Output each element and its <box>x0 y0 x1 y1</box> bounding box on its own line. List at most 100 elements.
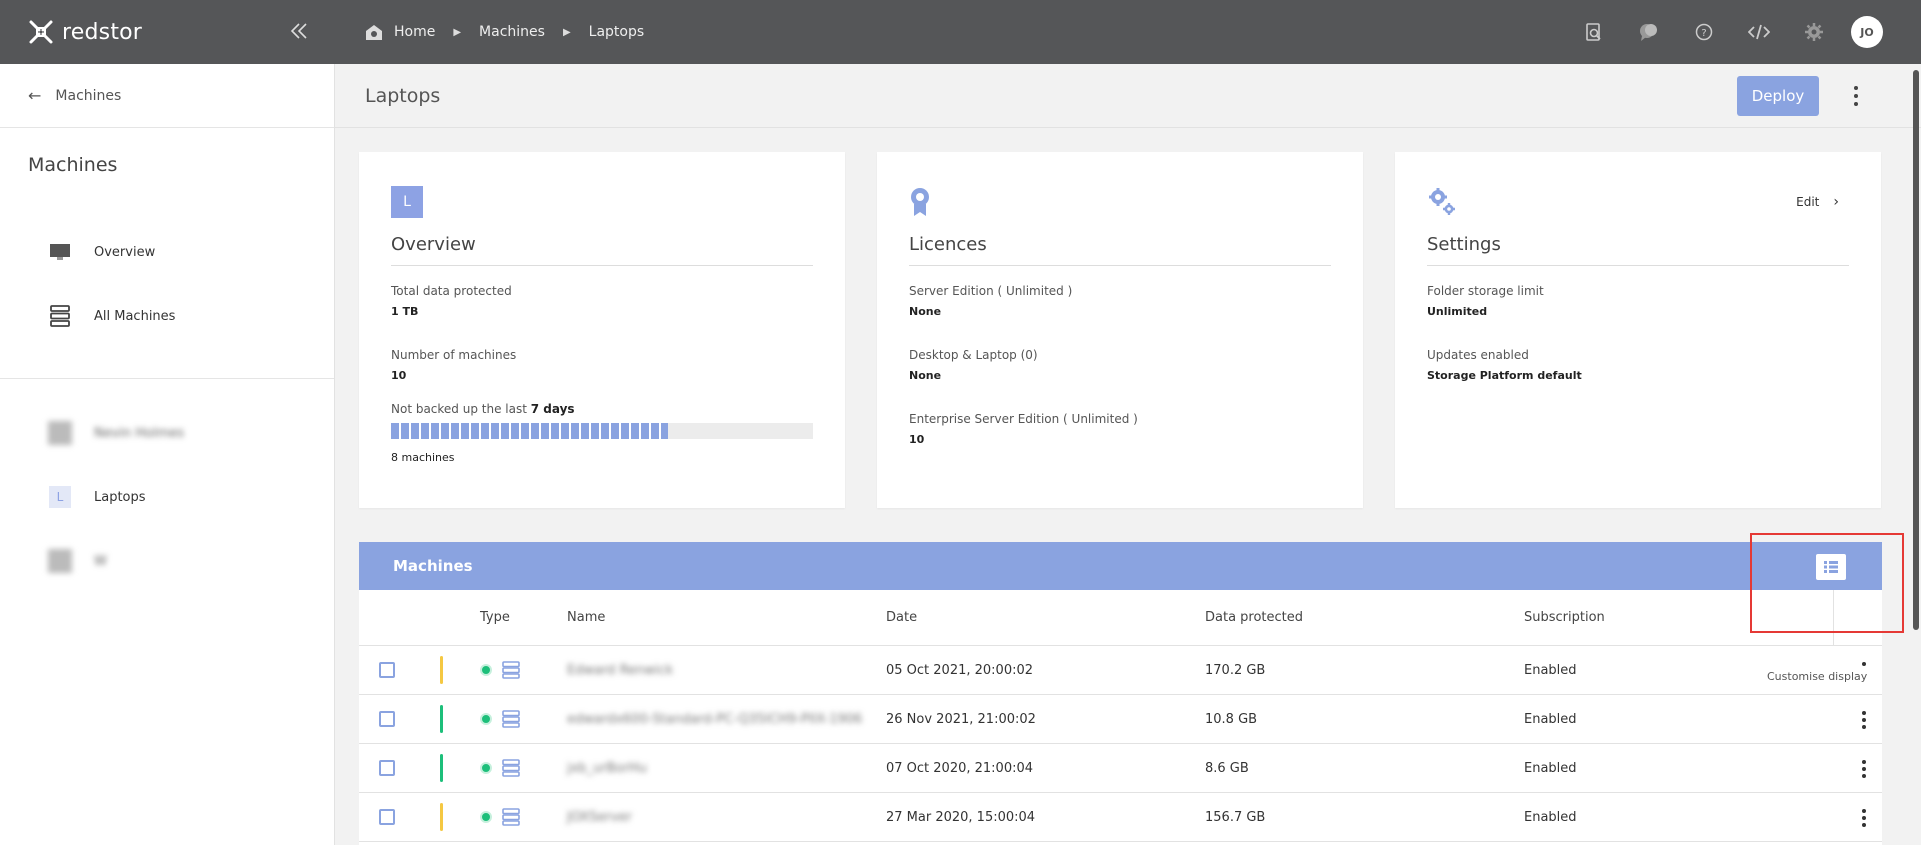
sidebar-item-overview[interactable]: Overview <box>0 220 334 284</box>
machine-count-value: 10 <box>391 369 407 382</box>
sidebar-group-item[interactable]: Nevin Holmes <box>0 401 334 465</box>
table-row[interactable]: JOXServer 27 Mar 2020, 15:00:04 156.7 GB… <box>359 793 1882 842</box>
sidebar-group-item[interactable]: W <box>0 529 334 593</box>
status-indicator-bar <box>440 803 443 831</box>
column-header-date[interactable]: Date <box>886 610 1205 625</box>
setting-value: Storage Platform default <box>1427 369 1582 382</box>
help-icon[interactable]: ? <box>1693 21 1715 43</box>
collapse-sidebar-icon[interactable] <box>288 20 310 42</box>
sidebar-item-label: All Machines <box>94 308 176 324</box>
brand-name: redstor <box>62 19 143 45</box>
sidebar-group-label: Nevin Holmes <box>94 425 185 441</box>
column-header-subscription[interactable]: Subscription <box>1524 610 1804 625</box>
column-header-data-protected[interactable]: Data protected <box>1205 610 1524 625</box>
customise-display-button[interactable] <box>1816 554 1846 580</box>
user-avatar[interactable]: JO <box>1851 16 1883 48</box>
server-stack-icon <box>48 304 72 328</box>
back-label: Machines <box>55 87 122 104</box>
machine-name[interactable]: JOXServer <box>567 810 632 825</box>
server-icon <box>502 759 520 777</box>
row-more-options-icon[interactable] <box>1860 807 1868 829</box>
online-status-icon <box>480 762 492 774</box>
machine-name[interactable]: jxb_urBorHu <box>567 761 647 776</box>
chevron-right-icon: › <box>1833 194 1839 210</box>
licence-label: Server Edition ( Unlimited ) <box>909 284 1073 298</box>
card-title: Overview <box>391 234 813 266</box>
column-header-name[interactable]: Name <box>567 610 886 625</box>
server-icon <box>502 808 520 826</box>
machine-name[interactable]: edwardx600-Standard-PC-Q35ICH9-PIIX-1906 <box>567 712 862 727</box>
card-title: Settings <box>1427 234 1849 266</box>
back-to-machines-link[interactable]: ← Machines <box>0 64 334 128</box>
table-row[interactable]: Edward Renwick 05 Oct 2021, 20:00:02 170… <box>359 646 1882 695</box>
home-icon <box>366 25 382 40</box>
server-icon <box>502 661 520 679</box>
machine-data-protected: 10.8 GB <box>1205 711 1258 727</box>
svg-text:?: ? <box>1701 28 1706 39</box>
settings-gears-icon <box>1429 188 1455 215</box>
row-checkbox[interactable] <box>379 711 395 727</box>
table-body: Edward Renwick 05 Oct 2021, 20:00:02 170… <box>359 646 1882 842</box>
licence-value: None <box>909 369 942 382</box>
total-data-label: Total data protected <box>391 284 512 298</box>
page-scrollbar[interactable] <box>1913 70 1919 630</box>
edit-label: Edit <box>1796 195 1820 209</box>
row-checkbox[interactable] <box>379 809 395 825</box>
settings-card: Edit › Settings Folder storage limit Unl… <box>1395 152 1881 508</box>
column-header-type[interactable]: Type <box>480 610 567 625</box>
chat-icon[interactable] <box>1638 21 1660 43</box>
setting-value: Unlimited <box>1427 305 1488 318</box>
breadcrumb-machines[interactable]: Machines <box>479 24 545 40</box>
sidebar-group-label: W <box>94 553 107 569</box>
licence-value: 10 <box>909 433 925 446</box>
brand[interactable]: redstor <box>0 0 335 64</box>
sidebar-group-label: Laptops <box>94 489 146 505</box>
edit-settings-link[interactable]: Edit › <box>1796 194 1839 210</box>
breadcrumb-laptops: Laptops <box>589 24 645 40</box>
machine-subscription: Enabled <box>1524 760 1577 776</box>
table-column-headers: Type Name Date Data protected Subscripti… <box>359 590 1882 646</box>
monitor-icon <box>48 240 72 264</box>
machine-data-protected: 156.7 GB <box>1205 809 1266 825</box>
row-checkbox[interactable] <box>379 662 395 678</box>
server-icon <box>502 710 520 728</box>
status-indicator-bar <box>440 705 443 733</box>
deploy-button[interactable]: Deploy <box>1737 76 1819 116</box>
page-more-options-icon[interactable] <box>1851 84 1861 108</box>
row-more-options-icon[interactable] <box>1860 709 1868 731</box>
laptops-badge-icon: L <box>391 186 423 218</box>
row-checkbox[interactable] <box>379 760 395 776</box>
breadcrumb-label: Home <box>394 24 436 40</box>
not-backed-up-progress-bar <box>391 423 813 439</box>
machine-data-protected: 170.2 GB <box>1205 662 1266 678</box>
machine-count-label: Number of machines <box>391 348 517 362</box>
column-separator <box>1833 590 1834 646</box>
sidebar-item-label: Overview <box>94 244 156 260</box>
breadcrumb: Home ▶ Machines ▶ Laptops <box>364 0 644 64</box>
online-status-icon <box>480 664 492 676</box>
sidebar-group-laptops[interactable]: L Laptops <box>0 465 334 529</box>
gear-icon[interactable] <box>1803 21 1825 43</box>
breadcrumb-home[interactable]: Home <box>364 23 435 41</box>
total-data-value: 1 TB <box>391 305 419 318</box>
status-indicator-bar <box>440 656 443 684</box>
online-status-icon <box>480 811 492 823</box>
row-more-options-icon[interactable] <box>1860 758 1868 780</box>
table-row[interactable]: edwardx600-Standard-PC-Q35ICH9-PIIX-1906… <box>359 695 1882 744</box>
sidebar-item-all-machines[interactable]: All Machines <box>0 284 334 348</box>
machine-name[interactable]: Edward Renwick <box>567 663 673 678</box>
licence-label: Desktop & Laptop (0) <box>909 348 1038 362</box>
licence-award-icon <box>911 188 929 216</box>
search-doc-icon[interactable] <box>1583 21 1605 43</box>
table-row[interactable]: jxb_urBorHu 07 Oct 2020, 21:00:04 8.6 GB… <box>359 744 1882 793</box>
card-title: Licences <box>909 234 1331 266</box>
breadcrumb-label: Machines <box>479 24 545 40</box>
top-icons: ? JO <box>1550 0 1883 64</box>
machine-date: 05 Oct 2021, 20:00:02 <box>886 662 1034 678</box>
machine-date: 07 Oct 2020, 21:00:04 <box>886 760 1034 776</box>
overview-card: L Overview Total data protected 1 TB Num… <box>359 152 845 508</box>
group-avatar-icon <box>48 549 72 573</box>
progress-fill <box>391 423 668 439</box>
code-icon[interactable] <box>1748 21 1770 43</box>
licence-value: None <box>909 305 942 318</box>
